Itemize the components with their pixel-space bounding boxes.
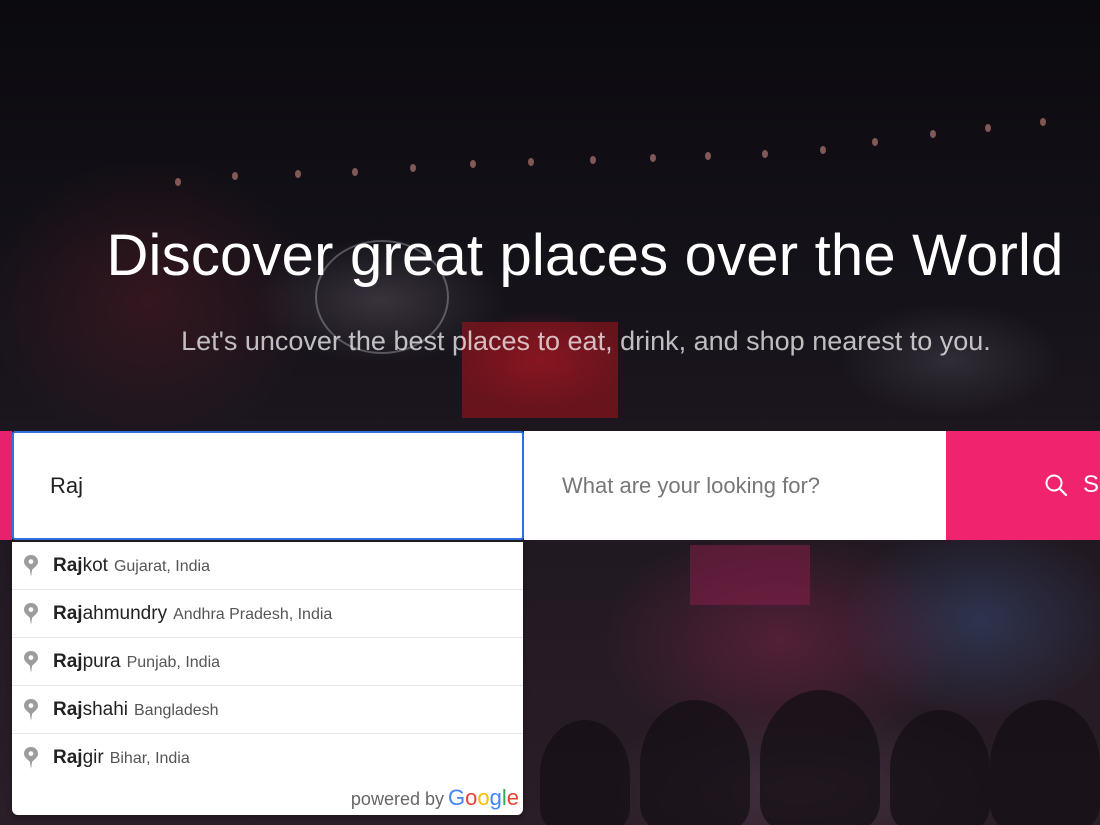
autocomplete-item-region: Bihar, India — [109, 750, 190, 767]
search-bar: Search — [0, 431, 1100, 540]
autocomplete-item-region: Gujarat, India — [113, 558, 210, 575]
autocomplete-item[interactable]: Rajkot Gujarat, India — [12, 542, 523, 590]
map-pin-icon — [24, 555, 38, 577]
map-pin-icon — [24, 603, 38, 625]
powered-by-label: powered by — [350, 789, 444, 809]
powered-by-google: powered by Google — [351, 785, 519, 811]
map-pin-icon — [24, 651, 38, 673]
google-logo: Google — [447, 785, 519, 810]
autocomplete-item-region: Bangladesh — [134, 702, 219, 719]
autocomplete-item-text: Rajahmundry Andhra Pradesh, India — [53, 603, 333, 624]
search-icon — [1045, 474, 1068, 497]
autocomplete-item-region: Punjab, India — [126, 654, 221, 671]
hero-title: Discover great places over the World — [106, 223, 1064, 288]
autocomplete-item[interactable]: Rajahmundry Andhra Pradesh, India — [12, 590, 523, 638]
search-button-label: Search — [1083, 471, 1100, 498]
search-button[interactable]: Search — [946, 431, 1100, 540]
autocomplete-item-text: Rajgir Bihar, India — [53, 747, 190, 768]
autocomplete-dropdown: Rajkot Gujarat, India Rajahmundry Andhra P… — [12, 542, 523, 815]
autocomplete-item-region: Andhra Pradesh, India — [173, 606, 333, 623]
hero-subtitle: Let's uncover the best places to eat, dr… — [181, 326, 991, 356]
map-pin-icon — [24, 699, 38, 721]
autocomplete-item-text: Rajpura Punjab, India — [53, 651, 221, 672]
keyword-search-input[interactable] — [524, 431, 946, 540]
location-input[interactable] — [12, 431, 524, 540]
search-bar-accent — [0, 431, 12, 540]
autocomplete-item-text: Rajkot Gujarat, India — [53, 555, 210, 576]
autocomplete-item[interactable]: Rajgir Bihar, India — [12, 734, 523, 782]
autocomplete-item[interactable]: Rajpura Punjab, India — [12, 638, 523, 686]
map-pin-icon — [24, 747, 38, 769]
autocomplete-item-text: Rajshahi Bangladesh — [53, 699, 219, 720]
autocomplete-item[interactable]: Rajshahi Bangladesh — [12, 686, 523, 734]
